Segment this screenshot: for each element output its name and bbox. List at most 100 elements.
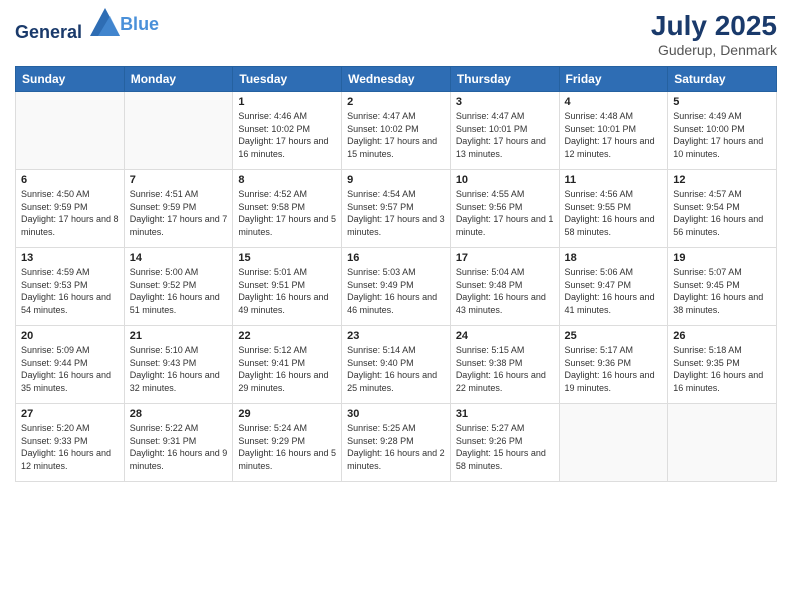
logo: General Blue — [15, 10, 159, 43]
day-number: 16 — [347, 252, 445, 264]
day-number: 19 — [673, 252, 771, 264]
day-number: 2 — [347, 96, 445, 108]
weekday-header: Thursday — [450, 67, 559, 92]
page: General Blue July 2025 Guderup, Denmark — [0, 0, 792, 612]
day-number: 10 — [456, 174, 554, 186]
day-number: 5 — [673, 96, 771, 108]
day-info: Sunrise: 4:49 AMSunset: 10:00 PMDaylight… — [673, 110, 771, 160]
day-number: 24 — [456, 330, 554, 342]
calendar-cell: 22 Sunrise: 5:12 AMSunset: 9:41 PMDayligh… — [233, 326, 342, 404]
day-info: Sunrise: 5:09 AMSunset: 9:44 PMDaylight:… — [21, 344, 119, 394]
logo-icon — [90, 8, 120, 36]
day-info: Sunrise: 5:24 AMSunset: 9:29 PMDaylight:… — [238, 422, 336, 472]
calendar-cell: 4 Sunrise: 4:48 AMSunset: 10:01 PMDayligh… — [559, 92, 668, 170]
day-number: 30 — [347, 408, 445, 420]
week-row: 1 Sunrise: 4:46 AMSunset: 10:02 PMDayligh… — [16, 92, 777, 170]
day-number: 28 — [130, 408, 228, 420]
day-number: 29 — [238, 408, 336, 420]
calendar-cell: 12 Sunrise: 4:57 AMSunset: 9:54 PMDayligh… — [668, 170, 777, 248]
day-info: Sunrise: 5:04 AMSunset: 9:48 PMDaylight:… — [456, 266, 554, 316]
day-number: 31 — [456, 408, 554, 420]
calendar-cell: 1 Sunrise: 4:46 AMSunset: 10:02 PMDayligh… — [233, 92, 342, 170]
day-info: Sunrise: 5:12 AMSunset: 9:41 PMDaylight:… — [238, 344, 336, 394]
weekday-header: Friday — [559, 67, 668, 92]
day-number: 11 — [565, 174, 663, 186]
day-info: Sunrise: 4:46 AMSunset: 10:02 PMDaylight… — [238, 110, 336, 160]
day-number: 21 — [130, 330, 228, 342]
day-info: Sunrise: 5:06 AMSunset: 9:47 PMDaylight:… — [565, 266, 663, 316]
day-info: Sunrise: 5:20 AMSunset: 9:33 PMDaylight:… — [21, 422, 119, 472]
calendar-cell: 31 Sunrise: 5:27 AMSunset: 9:26 PMDayligh… — [450, 404, 559, 482]
calendar-cell: 2 Sunrise: 4:47 AMSunset: 10:02 PMDayligh… — [342, 92, 451, 170]
day-info: Sunrise: 5:25 AMSunset: 9:28 PMDaylight:… — [347, 422, 445, 472]
day-info: Sunrise: 5:22 AMSunset: 9:31 PMDaylight:… — [130, 422, 228, 472]
day-number: 23 — [347, 330, 445, 342]
day-info: Sunrise: 4:48 AMSunset: 10:01 PMDaylight… — [565, 110, 663, 160]
calendar-cell: 18Sunrise: 5:06 AMSunset: 9:47 PMDayligh… — [559, 248, 668, 326]
day-info: Sunrise: 4:59 AMSunset: 9:53 PMDaylight:… — [21, 266, 119, 316]
day-info: Sunrise: 5:17 AMSunset: 9:36 PMDaylight:… — [565, 344, 663, 394]
header: General Blue July 2025 Guderup, Denmark — [15, 10, 777, 58]
calendar-cell: 5 Sunrise: 4:49 AMSunset: 10:00 PMDayligh… — [668, 92, 777, 170]
day-number: 12 — [673, 174, 771, 186]
day-number: 17 — [456, 252, 554, 264]
calendar-cell: 25 Sunrise: 5:17 AMSunset: 9:36 PMDayligh… — [559, 326, 668, 404]
week-row: 27 Sunrise: 5:20 AMSunset: 9:33 PMDayligh… — [16, 404, 777, 482]
day-info: Sunrise: 4:47 AMSunset: 10:02 PMDaylight… — [347, 110, 445, 160]
day-info: Sunrise: 5:14 AMSunset: 9:40 PMDaylight:… — [347, 344, 445, 394]
week-row: 6Sunrise: 4:50 AMSunset: 9:59 PMDaylight… — [16, 170, 777, 248]
calendar-cell: 3Sunrise: 4:47 AMSunset: 10:01 PMDayligh… — [450, 92, 559, 170]
day-info: Sunrise: 5:10 AMSunset: 9:43 PMDaylight:… — [130, 344, 228, 394]
calendar-cell: 10Sunrise: 4:55 AMSunset: 9:56 PMDayligh… — [450, 170, 559, 248]
day-number: 7 — [130, 174, 228, 186]
day-number: 22 — [238, 330, 336, 342]
day-info: Sunrise: 4:50 AMSunset: 9:59 PMDaylight:… — [21, 188, 119, 238]
calendar-cell — [124, 92, 233, 170]
calendar-cell: 26 Sunrise: 5:18 AMSunset: 9:35 PMDayligh… — [668, 326, 777, 404]
day-info: Sunrise: 4:57 AMSunset: 9:54 PMDaylight:… — [673, 188, 771, 238]
day-number: 4 — [565, 96, 663, 108]
day-number: 1 — [238, 96, 336, 108]
calendar-cell — [668, 404, 777, 482]
calendar-cell: 20 Sunrise: 5:09 AMSunset: 9:44 PMDayligh… — [16, 326, 125, 404]
day-number: 8 — [238, 174, 336, 186]
calendar-cell: 17 Sunrise: 5:04 AMSunset: 9:48 PMDayligh… — [450, 248, 559, 326]
calendar-cell: 6Sunrise: 4:50 AMSunset: 9:59 PMDaylight… — [16, 170, 125, 248]
weekday-header: Monday — [124, 67, 233, 92]
day-number: 20 — [21, 330, 119, 342]
calendar-table: SundayMondayTuesdayWednesdayThursdayFrid… — [15, 66, 777, 482]
calendar-cell: 19Sunrise: 5:07 AMSunset: 9:45 PMDayligh… — [668, 248, 777, 326]
month-year: July 2025 — [651, 10, 777, 42]
day-info: Sunrise: 4:56 AMSunset: 9:55 PMDaylight:… — [565, 188, 663, 238]
day-number: 26 — [673, 330, 771, 342]
calendar-cell: 21 Sunrise: 5:10 AMSunset: 9:43 PMDayligh… — [124, 326, 233, 404]
week-row: 20 Sunrise: 5:09 AMSunset: 9:44 PMDayligh… — [16, 326, 777, 404]
day-info: Sunrise: 5:18 AMSunset: 9:35 PMDaylight:… — [673, 344, 771, 394]
day-number: 3 — [456, 96, 554, 108]
weekday-header: Tuesday — [233, 67, 342, 92]
calendar-cell: 13 Sunrise: 4:59 AMSunset: 9:53 PMDayligh… — [16, 248, 125, 326]
calendar-cell: 7 Sunrise: 4:51 AMSunset: 9:59 PMDaylight… — [124, 170, 233, 248]
day-number: 15 — [238, 252, 336, 264]
calendar-cell — [16, 92, 125, 170]
calendar-cell: 8Sunrise: 4:52 AMSunset: 9:58 PMDaylight… — [233, 170, 342, 248]
calendar-cell: 30 Sunrise: 5:25 AMSunset: 9:28 PMDayligh… — [342, 404, 451, 482]
day-number: 27 — [21, 408, 119, 420]
day-number: 14 — [130, 252, 228, 264]
weekday-header-row: SundayMondayTuesdayWednesdayThursdayFrid… — [16, 67, 777, 92]
calendar-cell — [559, 404, 668, 482]
calendar-cell: 11 Sunrise: 4:56 AMSunset: 9:55 PMDayligh… — [559, 170, 668, 248]
day-info: Sunrise: 4:51 AMSunset: 9:59 PMDaylight:… — [130, 188, 228, 238]
day-info: Sunrise: 5:27 AMSunset: 9:26 PMDaylight:… — [456, 422, 554, 472]
calendar-cell: 29 Sunrise: 5:24 AMSunset: 9:29 PMDayligh… — [233, 404, 342, 482]
day-number: 9 — [347, 174, 445, 186]
calendar-cell: 14Sunrise: 5:00 AMSunset: 9:52 PMDayligh… — [124, 248, 233, 326]
calendar-cell: 9 Sunrise: 4:54 AMSunset: 9:57 PMDaylight… — [342, 170, 451, 248]
day-info: Sunrise: 4:54 AMSunset: 9:57 PMDaylight:… — [347, 188, 445, 238]
day-number: 25 — [565, 330, 663, 342]
day-number: 13 — [21, 252, 119, 264]
weekday-header: Wednesday — [342, 67, 451, 92]
calendar-cell: 24Sunrise: 5:15 AMSunset: 9:38 PMDayligh… — [450, 326, 559, 404]
title-area: July 2025 Guderup, Denmark — [651, 10, 777, 58]
weekday-header: Sunday — [16, 67, 125, 92]
